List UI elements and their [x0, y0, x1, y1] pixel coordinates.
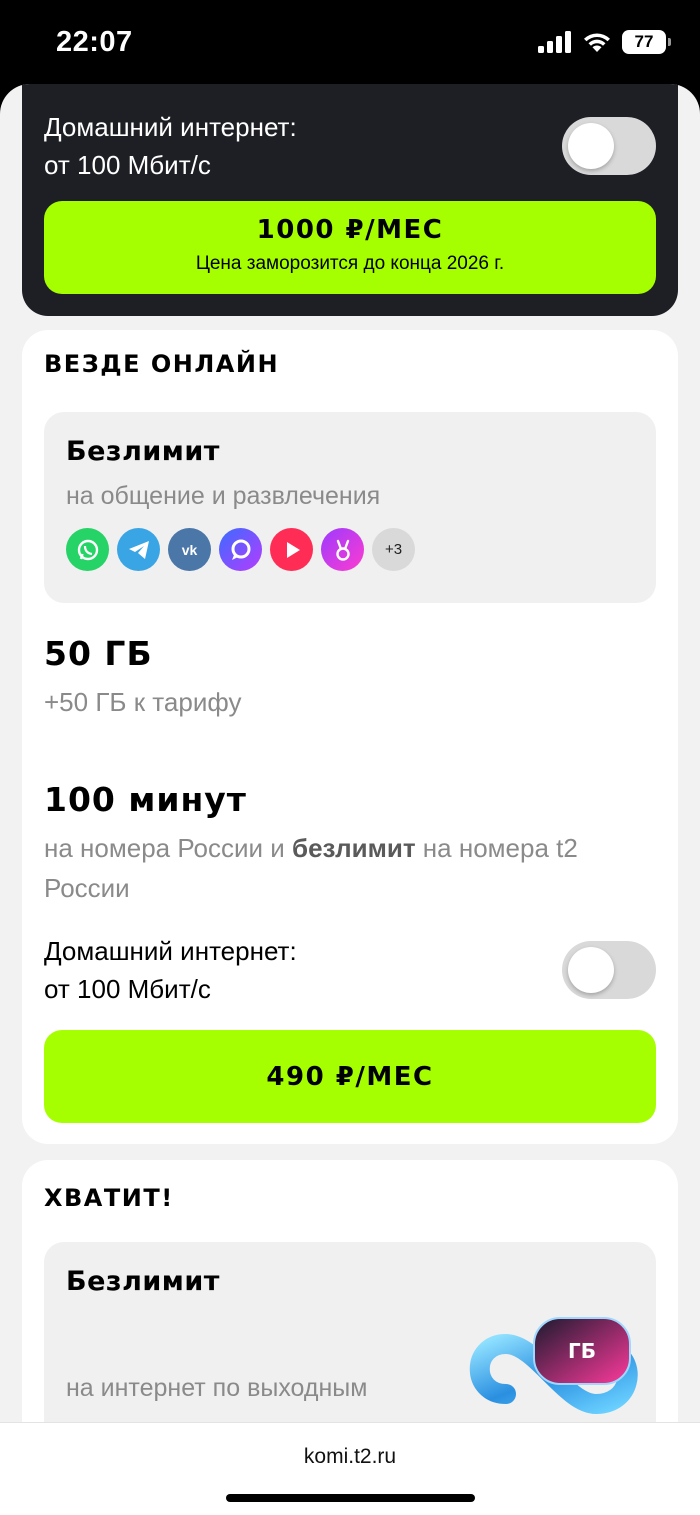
vk-icon: vk [168, 528, 211, 571]
cellular-signal-icon [538, 31, 571, 53]
tariff-title: ВЕЗДЕ ОНЛАЙН [44, 350, 280, 378]
price-button[interactable]: 490 ₽/МЕС [44, 1030, 656, 1123]
infinity-gb-illustration: ГБ [469, 1317, 638, 1415]
home-internet-toggle[interactable] [562, 941, 656, 999]
browser-url-bar[interactable]: komi.t2.ru [0, 1422, 700, 1515]
status-icons: 77 [538, 30, 671, 54]
home-internet-label: Домашний интернет: от 100 Мбит/с [44, 112, 297, 180]
telegram-icon [117, 528, 160, 571]
unlimited-social-box: Безлимит на общение и развлечения vk +3 [44, 412, 656, 603]
data-amount: 50 ГБ [44, 634, 153, 673]
unlimited-subtitle: на общение и развлечения [66, 482, 381, 510]
whatsapp-icon [66, 528, 109, 571]
vk-clips-icon [321, 528, 364, 571]
more-apps-badge: +3 [372, 528, 415, 571]
unlimited-title: Безлимит [66, 436, 220, 467]
price-freeze-note: Цена заморозится до конца 2026 г. [195, 253, 505, 274]
status-bar: 22:07 77 [0, 0, 700, 88]
gb-badge-text: ГБ [568, 1339, 596, 1363]
url-text[interactable]: komi.t2.ru [0, 1445, 700, 1469]
home-internet-row: Домашний интернет: от 100 Мбит/с [44, 108, 656, 184]
max-icon [219, 528, 262, 571]
app-icons: vk +3 [66, 528, 415, 571]
status-time: 22:07 [56, 26, 133, 58]
tariff-card-previous: Домашний интернет: от 100 Мбит/с 1000 ₽/… [22, 84, 678, 316]
toggle-knob [568, 123, 614, 169]
home-internet-label: Домашний интернет: от 100 Мбит/с [44, 936, 297, 1004]
page-content[interactable]: Домашний интернет: от 100 Мбит/с 1000 ₽/… [0, 84, 700, 1422]
home-internet-toggle[interactable] [562, 117, 656, 175]
minutes-amount: 100 минут [44, 780, 247, 819]
battery-level: 77 [634, 32, 654, 51]
home-indicator[interactable] [226, 1494, 475, 1502]
rutube-icon [270, 528, 313, 571]
unlimited-title: Безлимит [66, 1266, 220, 1297]
data-extra: +50 ГБ к тарифу [44, 687, 242, 717]
toggle-knob [568, 947, 614, 993]
battery-icon: 77 [622, 30, 671, 54]
tariff-card-enough[interactable]: ХВАТИТ! Безлимит на интернет по выходным [22, 1160, 678, 1422]
tariff-title: ХВАТИТ! [44, 1184, 174, 1212]
price-label: 490 ₽/МЕС [266, 1062, 434, 1092]
price-button[interactable]: 1000 ₽/МЕС Цена заморозится до конца 202… [44, 201, 656, 294]
tariff-card-everywhere-online[interactable]: ВЕЗДЕ ОНЛАЙН Безлимит на общение и развл… [22, 330, 678, 1144]
home-internet-row: Домашний интернет: от 100 Мбит/с [44, 932, 656, 1008]
price-label: 1000 ₽/МЕС [256, 215, 444, 245]
unlimited-weekend-box: Безлимит на интернет по выходным ГБ [44, 1242, 656, 1422]
unlimited-weekend-subtitle: на интернет по выходным [66, 1374, 368, 1402]
wifi-icon [584, 33, 610, 52]
minutes-description: на номера России и безлимит на номера t2… [44, 833, 578, 903]
